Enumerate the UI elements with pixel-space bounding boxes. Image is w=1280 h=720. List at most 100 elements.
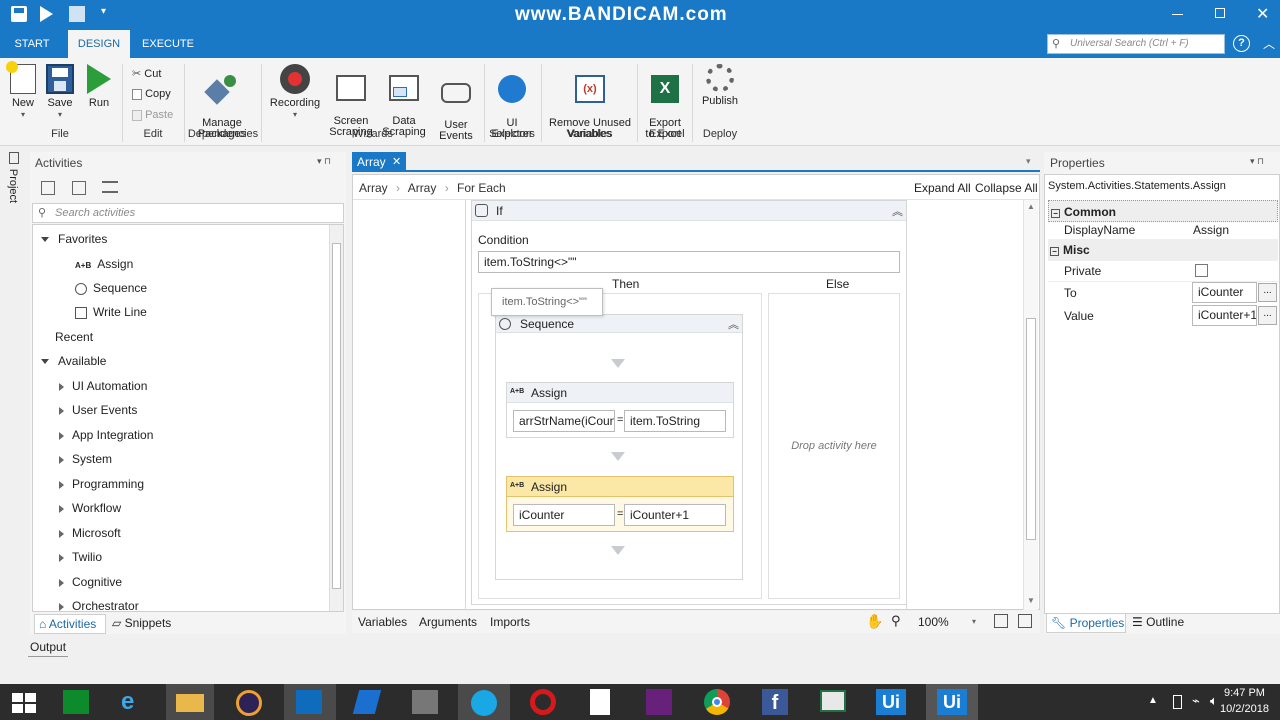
- drop-arrow-icon[interactable]: [611, 452, 625, 461]
- private-checkbox[interactable]: [1195, 264, 1208, 277]
- quick-access-dropdown-icon[interactable]: ▾: [101, 6, 106, 17]
- paste-button[interactable]: Paste: [132, 109, 173, 121]
- help-icon[interactable]: ?: [1233, 35, 1250, 52]
- search-input[interactable]: ⚲ Universal Search (Ctrl + F): [1047, 34, 1225, 54]
- tab-design[interactable]: DESIGN: [68, 30, 130, 58]
- minimize-button[interactable]: [1172, 14, 1183, 15]
- misc-category[interactable]: − Misc: [1048, 239, 1278, 261]
- outline-bottom-tab[interactable]: ☰ Outline: [1132, 615, 1184, 629]
- condition-input[interactable]: item.ToString<>"": [478, 251, 900, 273]
- assign-to-field[interactable]: arrStrName(iCount: [513, 410, 615, 432]
- close-tab-icon[interactable]: ✕: [392, 152, 401, 172]
- activities-bottom-tab[interactable]: ⌂ Activities: [34, 614, 106, 634]
- collapse-ribbon-icon[interactable]: ︿: [1263, 35, 1275, 52]
- tree-node-orchestrator[interactable]: Orchestrator: [59, 599, 139, 611]
- facebook-icon[interactable]: f: [762, 689, 788, 715]
- chess-app-icon[interactable]: [412, 690, 438, 714]
- arguments-tab[interactable]: Arguments: [419, 615, 477, 629]
- collapse-sequence-icon[interactable]: ︽: [728, 316, 739, 332]
- visual-studio-icon[interactable]: [646, 689, 672, 715]
- collapse-if-icon[interactable]: ︽: [892, 203, 903, 219]
- filter-activities-icon[interactable]: [102, 181, 118, 193]
- to-ellipsis-button[interactable]: ...: [1258, 283, 1277, 302]
- data-scraping-button[interactable]: Data Scraping: [380, 64, 428, 138]
- volume-icon[interactable]: 🔈︎: [1210, 693, 1218, 709]
- tree-node-favorites[interactable]: Favorites: [41, 232, 107, 246]
- fit-to-screen-icon[interactable]: [994, 614, 1008, 628]
- tree-node-twilio[interactable]: Twilio: [59, 550, 102, 564]
- zoom-dropdown[interactable]: 100% ▾: [914, 613, 984, 631]
- to-value-field[interactable]: iCounter: [1192, 282, 1257, 303]
- publish-button[interactable]: Publish: [698, 64, 742, 107]
- else-branch[interactable]: Drop activity here: [768, 293, 900, 599]
- ie-icon[interactable]: e: [121, 688, 134, 716]
- value-ellipsis-button[interactable]: ...: [1258, 306, 1277, 325]
- save-button[interactable]: Save ▾: [45, 64, 75, 120]
- app-icon[interactable]: [820, 690, 846, 712]
- sequence-activity[interactable]: Sequence ︽ A+B Assign arrStrName(iCount …: [495, 314, 743, 580]
- tree-node-programming[interactable]: Programming: [59, 477, 144, 491]
- breadcrumb-item[interactable]: Array: [408, 181, 437, 195]
- run-button[interactable]: Run: [84, 64, 114, 109]
- activity-sequence[interactable]: Sequence: [75, 281, 147, 295]
- assign-value-field[interactable]: item.ToString: [624, 410, 726, 432]
- breadcrumb-item[interactable]: Array: [359, 181, 388, 195]
- copy-button[interactable]: Copy: [132, 88, 171, 100]
- file-explorer-icon[interactable]: [166, 684, 214, 720]
- recording-button[interactable]: Recording ▾: [268, 64, 322, 120]
- collapse-all-link[interactable]: Collapse All: [975, 181, 1038, 195]
- network-icon[interactable]: ⌁: [1192, 693, 1200, 709]
- clock-time[interactable]: 9:47 PM: [1224, 687, 1265, 699]
- maximize-button[interactable]: [1215, 8, 1225, 18]
- opera-icon[interactable]: [530, 689, 556, 715]
- tab-array[interactable]: Array ✕: [352, 152, 406, 172]
- display-name-value[interactable]: Assign: [1193, 219, 1229, 241]
- expand-all-activities-icon[interactable]: [41, 181, 55, 195]
- panel-menu-icon[interactable]: ▾ ⊓: [317, 156, 331, 167]
- zoom-search-icon[interactable]: ⚲: [891, 613, 901, 629]
- store-icon[interactable]: [63, 690, 89, 714]
- tree-node-app-integration[interactable]: App Integration: [59, 428, 153, 442]
- tree-node-system[interactable]: System: [59, 452, 112, 466]
- screen-scraping-button[interactable]: Screen Scraping: [327, 64, 375, 138]
- eclipse-icon[interactable]: [236, 690, 262, 716]
- tree-node-workflow[interactable]: Workflow: [59, 501, 121, 515]
- assign-activity-1[interactable]: A+B Assign arrStrName(iCount = item.ToSt…: [506, 382, 734, 438]
- stop-quick-icon[interactable]: [69, 6, 85, 22]
- expand-all-link[interactable]: Expand All: [914, 181, 971, 195]
- variables-tab[interactable]: Variables: [358, 615, 407, 629]
- activity-write-line[interactable]: Write Line: [75, 305, 147, 319]
- overview-icon[interactable]: [1018, 614, 1032, 628]
- activity-assign[interactable]: A+B Assign: [75, 257, 133, 271]
- tree-node-available[interactable]: Available: [41, 354, 106, 368]
- activities-scrollbar[interactable]: [329, 225, 343, 611]
- drop-arrow-icon[interactable]: [611, 546, 625, 555]
- tab-execute[interactable]: EXECUTE: [138, 30, 198, 58]
- collapse-all-activities-icon[interactable]: [72, 181, 86, 195]
- properties-bottom-tab[interactable]: 🔧︎ Properties: [1046, 613, 1126, 633]
- project-side-tab[interactable]: Project: [4, 150, 24, 210]
- tab-start[interactable]: START: [8, 30, 56, 58]
- uipath-studio-icon[interactable]: Ui: [876, 689, 906, 715]
- new-button[interactable]: New ▾: [6, 61, 38, 120]
- if-activity[interactable]: If ︽ Condition item.ToString<>"" Then El…: [471, 200, 907, 605]
- skype-icon[interactable]: [458, 684, 510, 720]
- imports-tab[interactable]: Imports: [490, 615, 530, 629]
- assign-activity-2-selected[interactable]: A+B Assign iCounter = iCounter+1: [506, 476, 734, 532]
- breadcrumb-item[interactable]: For Each: [457, 181, 506, 195]
- clock-date[interactable]: 10/2/2018: [1220, 703, 1269, 715]
- output-tab[interactable]: Output: [30, 640, 66, 654]
- close-button[interactable]: ✕: [1256, 4, 1269, 24]
- pan-hand-icon[interactable]: ✋: [866, 613, 883, 630]
- value-field[interactable]: iCounter+1: [1192, 305, 1257, 326]
- app-icon[interactable]: [352, 690, 382, 714]
- tree-node-ui-automation[interactable]: UI Automation: [59, 379, 147, 393]
- tree-node-cognitive[interactable]: Cognitive: [59, 575, 122, 589]
- battery-icon[interactable]: [1173, 695, 1182, 709]
- save-quick-icon[interactable]: [11, 6, 27, 22]
- user-events-button[interactable]: User Events: [432, 64, 480, 142]
- tab-list-dropdown-icon[interactable]: ▾: [1026, 156, 1031, 167]
- tray-overflow-icon[interactable]: ▲: [1148, 695, 1158, 706]
- drop-arrow-icon[interactable]: [611, 359, 625, 368]
- run-quick-icon[interactable]: [40, 6, 53, 22]
